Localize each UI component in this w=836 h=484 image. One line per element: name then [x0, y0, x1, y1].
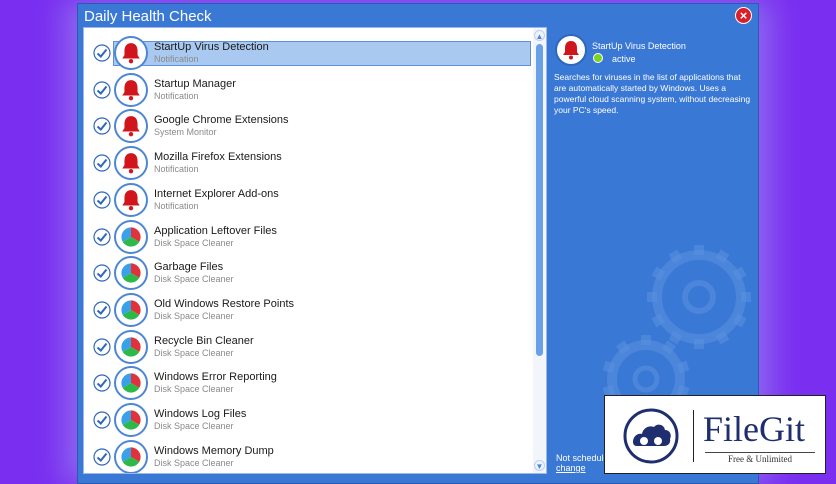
checkbox-checked-icon[interactable] — [93, 374, 111, 392]
watermark-name: FileGit — [703, 409, 806, 449]
filegit-watermark: FileGit Free & Unlimited — [604, 395, 826, 474]
scrollbar[interactable]: ▲ ▼ — [533, 28, 546, 473]
detail-description: Searches for viruses in the list of appl… — [554, 72, 751, 115]
status-text: active — [612, 54, 636, 64]
item-category: Disk Space Cleaner — [154, 384, 234, 395]
gear-tooth — [741, 292, 751, 302]
scroll-up-icon[interactable]: ▲ — [534, 30, 545, 41]
list-item[interactable]: Old Windows Restore Points Disk Space Cle… — [87, 292, 531, 327]
list-item[interactable]: Windows Memory Dump Disk Space Cleaner — [87, 439, 531, 473]
item-name: Windows Log Files — [154, 408, 247, 420]
close-button[interactable]: × — [735, 7, 752, 24]
list-item[interactable]: Application Leftover Files Disk Space Cle… — [87, 219, 531, 254]
checkbox-checked-icon[interactable] — [93, 227, 111, 246]
item-name: Old Windows Restore Points — [154, 297, 294, 310]
item-category: System Monitor — [154, 127, 217, 138]
list-item[interactable]: Windows Log Files Disk Space Cleaner — [87, 403, 531, 437]
check-list-panel: StartUp Virus Detection Notification Start… — [83, 27, 547, 474]
bell-icon — [114, 109, 148, 144]
bell-icon — [114, 72, 148, 107]
item-category: Disk Space Cleaner — [154, 274, 234, 285]
title-bar: Daily Health Check × — [78, 4, 758, 28]
checkbox-checked-icon[interactable] — [93, 448, 111, 466]
bell-icon — [555, 34, 587, 66]
filegit-logo-icon — [623, 408, 679, 464]
checkbox-checked-icon[interactable] — [93, 411, 111, 429]
list-item[interactable]: Recycle Bin Cleaner Disk Space Cleaner — [87, 329, 531, 364]
item-category: Disk Space Cleaner — [154, 310, 234, 321]
item-name: StartUp Virus Detection — [154, 41, 269, 53]
checkbox-checked-icon[interactable] — [93, 81, 111, 99]
pie-icon — [114, 256, 148, 291]
item-name: Application Leftover Files — [154, 224, 277, 237]
badge-divider — [693, 410, 694, 462]
item-name: Google Chrome Extensions — [154, 114, 289, 127]
checkbox-checked-icon[interactable] — [93, 44, 111, 62]
checkbox-checked-icon[interactable] — [93, 264, 111, 282]
item-category: Notification — [154, 164, 199, 175]
pie-icon — [114, 329, 148, 364]
list-item[interactable]: Internet Explorer Add-ons Notification — [87, 182, 531, 217]
item-category: Notification — [154, 90, 199, 101]
list-item[interactable]: Garbage Files Disk Space Cleaner — [87, 256, 531, 291]
checkbox-checked-icon[interactable] — [93, 337, 111, 356]
item-name: Mozilla Firefox Extensions — [154, 151, 282, 164]
pie-icon — [114, 366, 148, 401]
gear-tooth — [694, 245, 704, 255]
schedule-text: Not schedule — [556, 453, 609, 463]
bell-icon — [114, 146, 148, 181]
gear-tooth — [694, 339, 704, 349]
checkbox-checked-icon[interactable] — [93, 117, 111, 135]
status-indicator — [593, 53, 603, 63]
item-name: Windows Error Reporting — [154, 371, 277, 384]
item-category: Notification — [154, 54, 199, 64]
item-category: Notification — [154, 200, 199, 211]
window-title: Daily Health Check — [84, 8, 212, 25]
pie-icon — [114, 292, 148, 327]
pie-icon — [114, 439, 148, 473]
list-item[interactable]: Startup Manager Notification — [87, 72, 531, 107]
item-category: Disk Space Cleaner — [154, 347, 234, 358]
bell-icon — [114, 182, 148, 217]
change-link[interactable]: change — [556, 463, 586, 473]
gear-tooth — [641, 335, 651, 345]
list-item[interactable]: Google Chrome Extensions System Monitor — [87, 109, 531, 144]
item-name: Startup Manager — [154, 77, 236, 90]
list-item[interactable]: Windows Error Reporting Disk Space Cleane… — [87, 366, 531, 401]
checkbox-checked-icon[interactable] — [93, 301, 111, 319]
bell-icon — [114, 36, 148, 70]
item-name: Internet Explorer Add-ons — [154, 187, 279, 200]
list-item[interactable]: Mozilla Firefox Extensions Notification — [87, 146, 531, 181]
item-name: Garbage Files — [154, 261, 224, 274]
item-category: Disk Space Cleaner — [154, 237, 234, 248]
list-item[interactable]: StartUp Virus Detection Notification — [87, 36, 531, 70]
item-name: Windows Memory Dump — [154, 444, 274, 457]
gear-tooth — [647, 292, 657, 302]
item-name: Recycle Bin Cleaner — [154, 334, 254, 347]
detail-title: StartUp Virus Detection — [592, 41, 686, 51]
scroll-thumb[interactable] — [536, 44, 543, 356]
pie-icon — [114, 219, 148, 254]
watermark-tagline: Free & Unlimited — [705, 452, 815, 464]
item-category: Disk Space Cleaner — [154, 457, 234, 468]
pie-icon — [114, 403, 148, 437]
scroll-down-icon[interactable]: ▼ — [534, 460, 545, 471]
checkbox-checked-icon[interactable] — [93, 191, 111, 209]
item-category: Disk Space Cleaner — [154, 421, 234, 431]
checkbox-checked-icon[interactable] — [93, 154, 111, 172]
